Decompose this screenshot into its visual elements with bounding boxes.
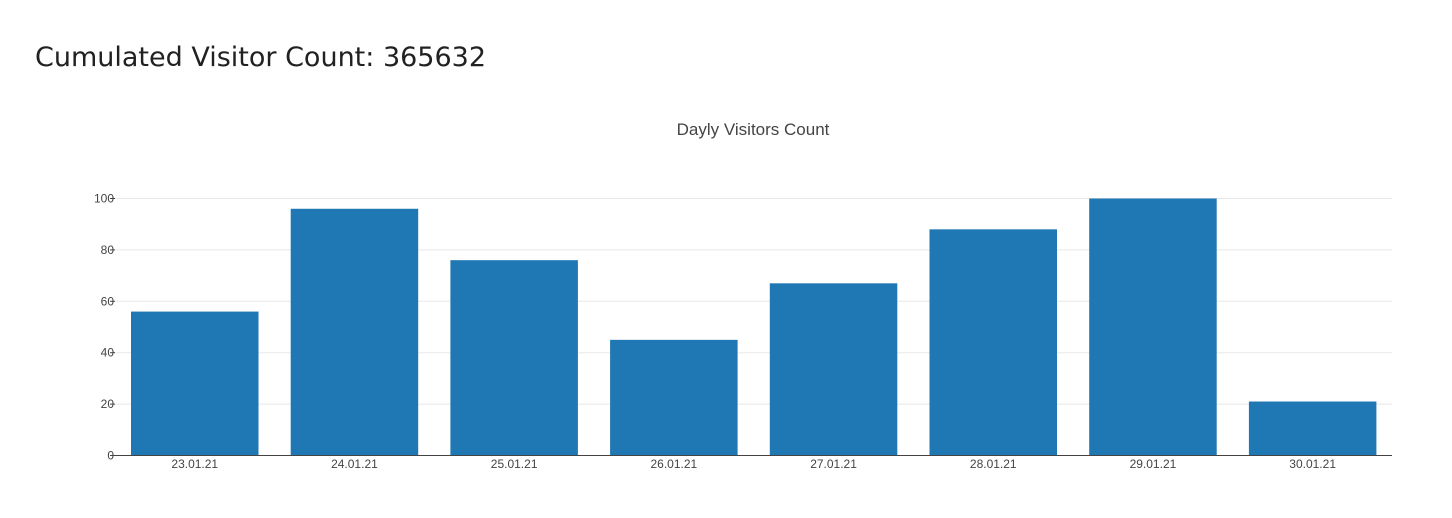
chart-title: Dayly Visitors Count	[677, 120, 830, 139]
y-tick-label: 0	[107, 449, 114, 463]
bar	[450, 260, 578, 456]
x-tick-label: 25.01.21	[491, 457, 538, 471]
bar	[1089, 198, 1217, 456]
bar	[929, 229, 1057, 456]
y-axis-ticks: 0 20 40 60 80 100	[94, 192, 115, 463]
x-tick-label: 23.01.21	[171, 457, 218, 471]
bar	[131, 311, 259, 456]
bar	[769, 283, 898, 456]
x-tick-label: 28.01.21	[970, 457, 1017, 471]
x-tick-label: 30.01.21	[1289, 457, 1336, 471]
bar	[290, 208, 419, 456]
y-tick-label: 80	[101, 243, 115, 257]
x-axis-ticks: 23.01.21 24.01.21 25.01.21 26.01.21 27.01.21…	[171, 457, 1336, 471]
daily-visitors-chart: Dayly Visitors Count 0 20 40 60 80 100 23.01.…	[94, 120, 1392, 471]
y-tick-label: 60	[101, 294, 115, 308]
bar	[610, 339, 738, 456]
y-tick-label: 40	[101, 346, 115, 360]
x-tick-label: 24.01.21	[331, 457, 378, 471]
x-tick-label: 27.01.21	[810, 457, 857, 471]
y-tick-label: 20	[101, 397, 115, 411]
y-tick-label: 100	[94, 192, 114, 206]
bars	[131, 198, 1377, 456]
bar	[1248, 401, 1377, 456]
x-tick-label: 29.01.21	[1130, 457, 1177, 471]
x-tick-label: 26.01.21	[650, 457, 697, 471]
